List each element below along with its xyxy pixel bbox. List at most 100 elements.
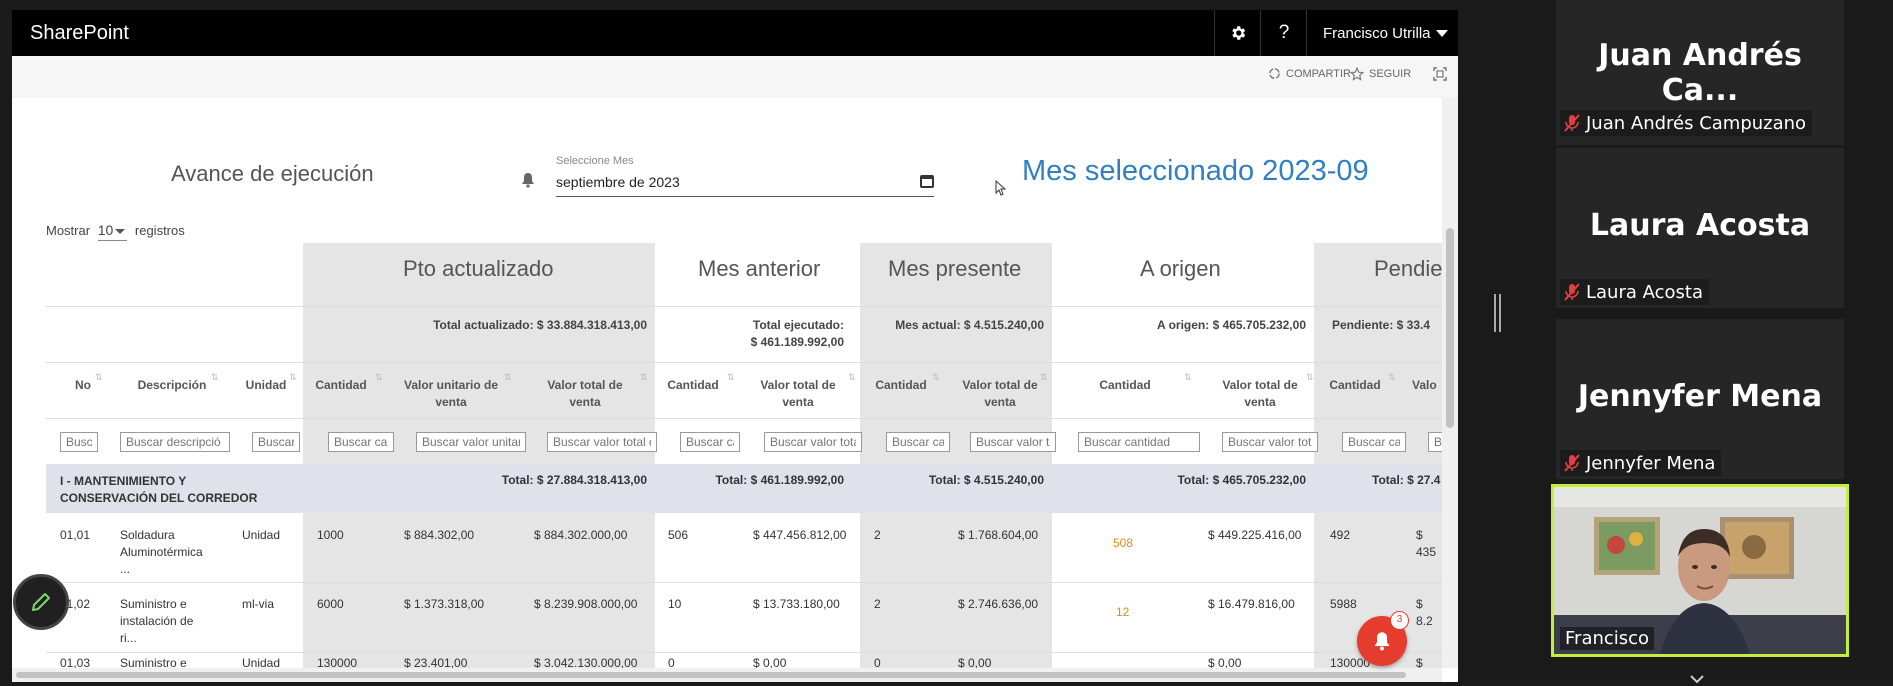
cell-valor-origen: $ 0,00 [1208, 656, 1242, 668]
month-label: Seleccione Mes [556, 155, 634, 167]
col-header-valor-total-presente[interactable]: Valor total de venta [962, 377, 1038, 411]
cell-descripcion: Suministro e [120, 656, 187, 668]
filter-input-valor-total-anterior[interactable] [764, 432, 862, 452]
participant-name: Laura Acosta [1586, 281, 1703, 303]
panel-resize-handle[interactable] [1494, 294, 1496, 332]
sort-icon[interactable]: ⇅ [640, 372, 648, 383]
filter-input-cantidad-pendiente[interactable] [1342, 432, 1406, 452]
filter-input-cantidad-presente[interactable] [886, 432, 950, 452]
star-icon [1350, 67, 1364, 81]
group-title-mes-anterior: Mes anterior [698, 256, 821, 281]
sort-icon[interactable]: ⇅ [504, 372, 512, 383]
cell-desc-line: Suministro e [120, 597, 187, 611]
follow-button[interactable]: SEGUIR [1350, 67, 1411, 81]
filter-input-valor-total[interactable] [547, 432, 657, 452]
active-speaker-video[interactable]: Francisco [1551, 484, 1849, 657]
caret-down-icon [115, 229, 126, 234]
mic-muted-icon [1564, 454, 1580, 472]
row-divider [46, 652, 1442, 653]
share-button[interactable]: COMPARTIR [1268, 67, 1351, 80]
col-header-descripcion[interactable]: Descripción [122, 377, 222, 394]
filter-input-descripcion[interactable] [120, 432, 230, 452]
participant-tile[interactable]: Laura Acosta Laura Acosta [1556, 148, 1844, 308]
group-total-anterior: Total: $ 461.189.992,00 [715, 473, 844, 487]
cell-desc-line: Aluminotérmica [120, 545, 203, 559]
total-mes-anterior-line2: $ 461.189.992,00 [750, 335, 844, 349]
participant-tile[interactable]: Juan Andrés Ca... Juan Andrés Campuzano [1556, 0, 1844, 145]
user-menu[interactable]: Francisco Utrilla [1306, 10, 1458, 56]
participant-name: Juan Andrés Campuzano [1586, 112, 1807, 134]
sort-icon[interactable]: ⇅ [1040, 372, 1048, 383]
col-header-valor-total-origen[interactable]: Valor total de venta [1212, 377, 1308, 411]
sort-icon[interactable]: ⇅ [375, 372, 383, 383]
col-header-cantidad-anterior[interactable]: Cantidad [660, 377, 726, 394]
group-row-label-line2: CONSERVACIÓN DEL CORREDOR [60, 491, 258, 505]
focus-mode-button[interactable] [1433, 67, 1447, 81]
col-header-cantidad[interactable]: Cantidad [308, 377, 374, 394]
sort-icon[interactable]: ⇅ [727, 372, 735, 383]
filter-input-cantidad-origen[interactable] [1078, 432, 1200, 452]
cell-valor-anterior: $ 447.456.812,00 [753, 528, 847, 542]
edit-button[interactable] [13, 574, 69, 630]
total-mes-presente: Mes actual: $ 4.515.240,00 [895, 318, 1044, 332]
month-picker[interactable]: septiembre de 2023 [556, 170, 934, 197]
cell-unidad: ml-via [242, 597, 274, 611]
video-participant-name: Francisco [1560, 627, 1655, 650]
vertical-scrollbar[interactable] [1442, 98, 1458, 668]
filter-input-valor-total-origen[interactable] [1222, 432, 1318, 452]
sort-icon[interactable]: ⇅ [848, 372, 856, 383]
sort-icon[interactable]: ⇅ [1184, 372, 1192, 383]
sort-icon[interactable]: ⇅ [1388, 372, 1396, 383]
col-header-valor-total-anterior[interactable]: Valor total de venta [750, 377, 846, 411]
horizontal-scroll-thumb[interactable] [16, 672, 1406, 678]
sort-icon[interactable]: ⇅ [289, 372, 297, 383]
filter-input-no[interactable] [60, 432, 98, 452]
vertical-scroll-thumb[interactable] [1446, 228, 1454, 428]
mouse-cursor-icon [995, 180, 1006, 196]
help-button[interactable]: ? [1260, 10, 1307, 56]
notification-count-badge: 3 [1390, 611, 1409, 630]
filter-input-valor-unitario[interactable] [416, 432, 526, 452]
sort-icon[interactable]: ⇅ [932, 372, 940, 383]
participant-label: Laura Acosta [1560, 279, 1709, 305]
col-header-valor-unitario[interactable]: Valor unitario de venta [398, 377, 504, 411]
sort-icon[interactable]: ⇅ [211, 372, 219, 383]
group-title-mes-presente: Mes presente [888, 256, 1022, 281]
cell-cantidad-origen[interactable]: 508 [1113, 535, 1133, 552]
brand-title[interactable]: SharePoint [30, 22, 129, 45]
cell-valor-anterior: $ 0,00 [753, 656, 787, 668]
calendar-icon[interactable] [920, 175, 934, 188]
page-length-select[interactable]: 10 [97, 222, 128, 241]
filter-input-unidad[interactable] [252, 432, 300, 452]
bell-icon [1374, 632, 1390, 651]
chevron-down-icon[interactable] [1690, 672, 1704, 686]
filter-input-valor-pendiente[interactable] [1428, 432, 1442, 452]
sub-bar [12, 56, 1458, 98]
filter-input-cantidad-anterior[interactable] [680, 432, 740, 452]
filter-input-cantidad[interactable] [328, 432, 394, 452]
panel-resize-handle[interactable] [1499, 294, 1501, 332]
col-header-valor-pendiente[interactable]: Valo [1412, 377, 1442, 394]
group-total-presente: Total: $ 4.515.240,00 [928, 473, 1044, 487]
col-header-cantidad-presente[interactable]: Cantidad [868, 377, 934, 394]
settings-button[interactable] [1214, 10, 1261, 56]
cell-valor-origen: $ 449.225.416,00 [1208, 528, 1302, 542]
cell-descripcion: Soldadura Aluminotérmica ... [120, 527, 203, 578]
page-title: Avance de ejecución [171, 161, 374, 186]
cell-cantidad-origen[interactable]: 12 [1116, 604, 1129, 621]
col-header-cantidad-pendiente[interactable]: Cantidad [1322, 377, 1388, 394]
horizontal-scrollbar[interactable] [12, 668, 1442, 682]
show-suffix: registros [134, 223, 185, 238]
sort-icon[interactable]: ⇅ [1306, 372, 1314, 383]
col-header-cantidad-origen[interactable]: Cantidad [1060, 377, 1190, 394]
sort-icon[interactable]: ⇅ [95, 372, 103, 383]
col-header-valor-total[interactable]: Valor total de venta [530, 377, 640, 411]
participant-label: Juan Andrés Campuzano [1560, 110, 1813, 136]
filter-input-valor-total-presente[interactable] [970, 432, 1056, 452]
content-area: Avance de ejecución Seleccione Mes septi… [12, 98, 1442, 668]
cell-cantidad-presente: 2 [874, 528, 881, 542]
total-a-origen: A origen: $ 465.705.232,00 [1157, 318, 1306, 332]
total-pendiente: Pendiente: $ 33.4 [1332, 318, 1431, 332]
cell-valor-unitario: $ 1.373.318,00 [404, 597, 485, 611]
participant-tile[interactable]: Jennyfer Mena Jennyfer Mena [1556, 319, 1844, 479]
